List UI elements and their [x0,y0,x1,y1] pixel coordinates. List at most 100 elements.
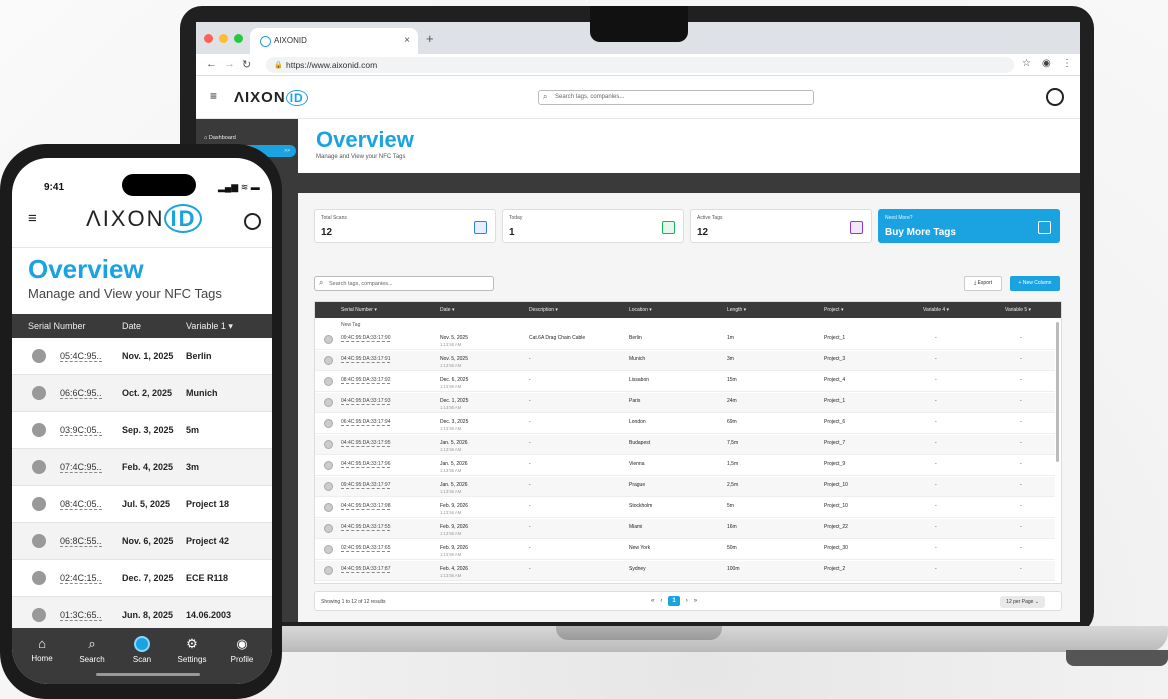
column-header-location[interactable]: Location ▾ [629,307,652,313]
nav-search[interactable]: ⌕ Search [68,636,116,664]
serial-number-link[interactable]: 08:4C:95:DA:33:17:92 [341,377,391,384]
nav-settings[interactable]: ⚙ Settings [168,636,216,664]
serial-number-link[interactable]: 04:4C:95:DA:33:17:96 [341,461,391,468]
prev-page-button[interactable]: ‹ [660,598,662,604]
column-header-description[interactable]: Description ▾ [529,307,558,313]
column-header-serial[interactable]: Serial Number [28,321,86,331]
table-row[interactable]: 09:4C:95:DA:33:17:97 Jan. 5, 2026 1:13:56 … [315,477,1055,497]
table-row[interactable]: 04:4C:95:DA:33:17:93 Dec. 1, 2025 1:13:56 … [315,393,1055,413]
first-page-button[interactable]: « [651,598,654,604]
serial-number-link[interactable]: 06:8C:55.. [60,536,102,547]
new-column-button[interactable]: + New Column [1010,276,1060,291]
serial-number-link[interactable]: 04:4C:95:DA:33:17:93 [341,398,391,405]
serial-number-link[interactable]: 02:4C:95:DA:33:17:65 [341,545,391,552]
table-row[interactable]: 04:4C:95:DA:33:17:55 Feb. 9, 2026 1:13:56 … [315,519,1055,539]
serial-number-link[interactable]: 09:4C:95:DA:33:17:97 [341,482,391,489]
current-page-button[interactable]: 1 [668,596,680,606]
serial-number-link[interactable]: 04:4C:95:DA:33:17:98 [341,503,391,510]
forward-icon[interactable]: → [224,58,235,70]
description-cell: - [529,482,531,488]
back-icon[interactable]: ← [206,58,217,70]
list-item[interactable]: 02:4C:15.. Dec. 7, 2025 ECE R118 [12,560,272,597]
date-cell: Jun. 8, 2025 [122,610,174,620]
serial-number-link[interactable]: 01:3C:65.. [60,610,102,621]
last-page-button[interactable]: » [694,598,697,604]
serial-number-link[interactable]: 04:4C:95:DA:33:17:87 [341,566,391,573]
nav-scan[interactable]: Scan [118,636,166,664]
bookmark-star-icon[interactable]: ☆ [1022,58,1031,69]
list-item[interactable]: 08:4C:05.. Jul. 5, 2025 Project 18 [12,486,272,523]
serial-number-link[interactable]: 05:4C:95.. [60,351,102,362]
variable1-cell: ECE R118 [186,573,229,583]
hamburger-menu-icon[interactable]: ≡ [28,210,37,227]
browser-tab[interactable]: AIXONID × [250,28,418,54]
serial-number-link[interactable]: 04:4C:95:DA:33:17:91 [341,356,391,363]
serial-number-link[interactable]: 03:9C:05.. [60,425,102,436]
next-page-button[interactable]: › [686,598,688,604]
profile-icon[interactable] [244,213,261,230]
header-search-input[interactable]: ⌕ Search tags, companies... [538,90,814,105]
column-header-variable1[interactable]: Variable 1 ▾ [186,321,233,332]
variable5-cell: - [1020,482,1022,488]
list-item[interactable]: 05:4C:95.. Nov. 1, 2025 Berlin [12,338,272,375]
table-search-input[interactable]: ⌕ Search tags, companies... [314,276,494,291]
serial-number-link[interactable]: 06:6C:95.. [60,388,102,399]
browser-profile-icon[interactable]: ◉ [1042,58,1051,69]
table-row[interactable]: 09:4C:95:DA:33:17:90 Nov. 5, 2025 1:13:56 … [315,330,1055,350]
serial-number-link[interactable]: 06:4C:95:DA:33:17:94 [341,419,391,426]
column-header-date[interactable]: Date [122,321,141,331]
serial-number-link[interactable]: 04:4C:95:DA:33:17:55 [341,524,391,531]
table-row[interactable]: 04:4C:95:DA:33:17:98 Feb. 9, 2026 1:13:56 … [315,498,1055,518]
list-item[interactable]: 06:8C:55.. Nov. 6, 2025 Project 42 [12,523,272,560]
app-logo[interactable]: ΛIXON ID [234,89,308,106]
close-window-button[interactable] [204,34,213,43]
column-header-length[interactable]: Length ▾ [727,307,746,313]
list-item[interactable]: 07:4C:95.. Feb. 4, 2025 3m [12,449,272,486]
per-page-select[interactable]: 12 per Page ⌄ [1000,596,1045,608]
table-row[interactable]: 04:4C:95:DA:33:17:91 Nov. 5, 2025 1:13:56 … [315,351,1055,371]
maximize-window-button[interactable] [234,34,243,43]
browser-menu-icon[interactable]: ⋮ [1062,58,1072,69]
serial-number-link[interactable]: 07:4C:95.. [60,462,102,473]
card-value: 12 [697,227,709,238]
url-field[interactable]: 🔒 https://www.aixonid.com [266,57,1014,73]
length-cell: 15m [727,377,737,383]
minimize-window-button[interactable] [219,34,228,43]
table-row[interactable]: 04:4C:95:DA:33:17:96 Jan. 5, 2026 1:13:56 … [315,456,1055,476]
reload-icon[interactable]: ↻ [242,58,251,71]
nfc-tag-icon [324,419,333,428]
column-header-variable4[interactable]: Variable 4 ▾ [923,307,949,313]
app-logo[interactable]: ΛIXON ID [86,204,203,233]
list-item[interactable]: 06:6C:95.. Oct. 2, 2025 Munich [12,375,272,412]
table-scrollbar[interactable] [1056,322,1059,462]
hamburger-menu-icon[interactable]: ≡ [210,89,217,103]
nav-label: Home [31,654,53,663]
serial-number-link[interactable]: 04:4C:95:DA:33:17:95 [341,440,391,447]
column-header-serial[interactable]: Serial Number ▾ [341,307,377,313]
length-cell: 100m [727,566,740,572]
column-header-variable5[interactable]: Variable 5 ▾ [1005,307,1031,313]
profile-icon[interactable] [1046,88,1064,106]
table-row[interactable]: 04:4C:95:DA:33:17:95 Jan. 5, 2026 1:13:56 … [315,435,1055,455]
dynamic-island [122,174,196,196]
table-row[interactable]: 04:4C:95:DA:33:17:87 Feb. 4, 2026 1:13:56 … [315,561,1055,581]
column-header-date[interactable]: Date ▾ [440,307,454,313]
buy-more-tags-card[interactable]: Need More? Buy More Tags [878,209,1060,243]
nav-profile[interactable]: ◉ Profile [218,636,266,664]
buy-more-tags-button[interactable]: Buy More Tags [885,227,956,238]
sidebar-item-dashboard[interactable]: ⌂ Dashboard [196,131,244,145]
serial-number-link[interactable]: 09:4C:95:DA:33:17:90 [341,335,391,342]
address-bar: ← → ↻ 🔒 https://www.aixonid.com ☆ ◉ ⋮ [196,54,1080,76]
serial-number-link[interactable]: 02:4C:15.. [60,573,102,584]
new-tab-button[interactable]: + [426,31,434,46]
list-item[interactable]: 03:9C:05.. Sep. 3, 2025 5m [12,412,272,449]
project-cell: Project_1 [824,335,846,341]
export-button[interactable]: ⤓ Export [964,276,1002,291]
table-row[interactable]: 02:4C:95:DA:33:17:65 Feb. 9, 2026 1:13:56 … [315,540,1055,560]
nav-home[interactable]: ⌂ Home [18,636,66,663]
serial-number-link[interactable]: 08:4C:05.. [60,499,102,510]
table-row[interactable]: 08:4C:95:DA:33:17:92 Dec. 6, 2025 1:13:56 … [315,372,1055,392]
column-header-project[interactable]: Project ▾ [824,307,843,313]
table-row[interactable]: 06:4C:95:DA:33:17:94 Dec. 3, 2025 1:13:56 … [315,414,1055,434]
close-tab-icon[interactable]: × [404,35,410,46]
